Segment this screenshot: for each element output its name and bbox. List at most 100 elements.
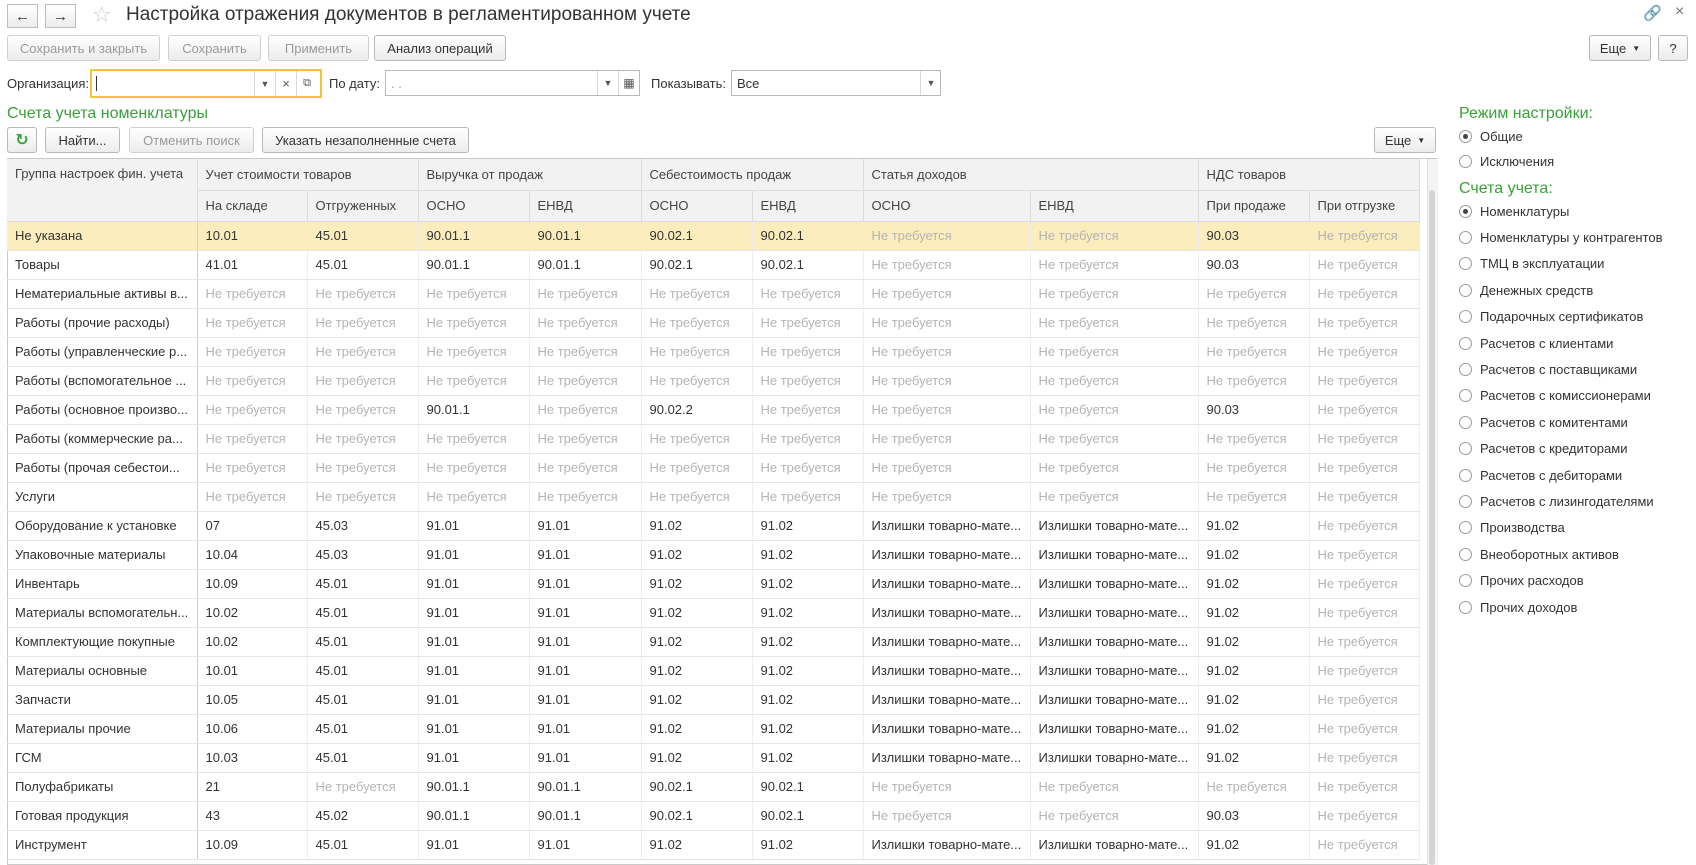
table-cell[interactable]: 91.01 [418,511,530,541]
table-cell[interactable]: Не требуется [197,337,308,367]
table-cell[interactable]: Излишки товарно-мате... [863,540,1031,570]
table-cell[interactable]: 91.01 [529,627,642,657]
table-cell[interactable]: Не требуется [1198,279,1310,309]
table-cell[interactable]: Не требуется [752,482,864,512]
forward-button[interactable]: → [45,4,76,28]
table-cell[interactable]: Не требуется [1309,540,1420,570]
table-cell[interactable]: Не требуется [418,366,530,396]
table-cell[interactable]: 91.01 [529,511,642,541]
table-cell[interactable]: 91.02 [752,830,864,860]
row-group-name[interactable]: Не указана [7,221,198,251]
table-cell[interactable]: Не требуется [752,453,864,483]
table-cell[interactable]: Излишки товарно-мате... [1030,627,1199,657]
table-row[interactable]: Оборудование к установке 07 45.03 91.01 91.0… [7,511,1420,541]
table-cell[interactable]: 90.03 [1198,395,1310,425]
subheader-cogs-osno[interactable]: ОСНО [641,190,753,222]
table-cell[interactable]: Не требуется [1198,453,1310,483]
table-cell[interactable]: 90.01.1 [418,221,530,251]
table-cell[interactable]: Не требуется [307,395,419,425]
account-option[interactable]: Расчетов с клиентами [1459,333,1613,353]
table-cell[interactable]: 45.01 [307,569,419,599]
radio-button-icon[interactable] [1459,389,1472,403]
account-option[interactable]: Расчетов с комитентами [1459,412,1628,432]
table-cell[interactable]: Излишки товарно-мате... [1030,743,1199,773]
table-cell[interactable]: 91.01 [418,569,530,599]
table-cell[interactable]: 91.02 [752,714,864,744]
clear-icon[interactable]: × [275,71,296,96]
table-cell[interactable]: 91.02 [1198,627,1310,657]
table-cell[interactable]: 91.01 [529,830,642,860]
table-cell[interactable]: 90.01.1 [418,250,530,280]
table-row[interactable]: ГСМ 10.03 45.01 91.01 91.01 91.02 91.02 Излишки… [7,743,1420,773]
subheader-revenue-envd[interactable]: ЕНВД [529,190,642,222]
table-cell[interactable]: Не требуется [863,395,1031,425]
table-cell[interactable]: 45.03 [307,540,419,570]
table-cell[interactable]: 91.02 [641,511,753,541]
table-cell[interactable]: Излишки товарно-мате... [863,511,1031,541]
table-cell[interactable]: 91.02 [641,627,753,657]
table-cell[interactable]: Не требуется [1030,424,1199,454]
table-cell[interactable]: Не требуется [641,337,753,367]
more-button[interactable]: Еще ▼ [1589,35,1651,61]
table-cell[interactable]: 90.01.1 [529,772,642,802]
table-row[interactable]: Работы (прочая себестои... Не требуется Не… [7,453,1420,483]
table-cell[interactable]: Не требуется [197,453,308,483]
table-cell[interactable]: Излишки товарно-мате... [863,656,1031,686]
table-cell[interactable]: 90.02.1 [641,801,753,831]
account-option[interactable]: Расчетов с лизингодателями [1459,491,1654,511]
table-cell[interactable]: Не требуется [863,366,1031,396]
help-button[interactable]: ? [1658,35,1688,61]
table-cell[interactable]: Не требуется [418,308,530,338]
row-group-name[interactable]: Материалы вспомогательн... [7,598,198,628]
table-cell[interactable]: 91.02 [641,685,753,715]
account-option[interactable]: Прочих расходов [1459,571,1584,591]
table-cell[interactable]: 90.02.1 [752,772,864,802]
subheader-income-osno[interactable]: ОСНО [863,190,1031,222]
account-option[interactable]: Подарочных сертификатов [1459,307,1643,327]
table-cell[interactable]: Не требуется [529,279,642,309]
table-row[interactable]: Готовая продукция 43 45.02 90.01.1 90.01.1 90… [7,801,1420,831]
row-group-name[interactable]: ГСМ [7,743,198,773]
row-group-name[interactable]: Услуги [7,482,198,512]
subheader-revenue-osno[interactable]: ОСНО [418,190,530,222]
table-cell[interactable]: Не требуется [863,279,1031,309]
account-option[interactable]: Расчетов с дебиторами [1459,465,1622,485]
find-button[interactable]: Найти... [45,127,120,153]
table-cell[interactable]: Не требуется [752,308,864,338]
table-cell[interactable]: 90.01.1 [418,395,530,425]
table-cell[interactable]: Не требуется [307,279,419,309]
row-group-name[interactable]: Работы (основное произво... [7,395,198,425]
table-cell[interactable]: 45.03 [307,511,419,541]
table-cell[interactable]: Не требуется [418,279,530,309]
calendar-icon[interactable]: ▦ [618,71,639,95]
subheader-vat-sale[interactable]: При продаже [1198,190,1310,222]
table-cell[interactable]: 91.01 [529,656,642,686]
table-cell[interactable]: Не требуется [1198,366,1310,396]
table-cell[interactable]: Излишки товарно-мате... [863,598,1031,628]
table-cell[interactable]: Не требуется [863,221,1031,251]
table-cell[interactable]: Не требуется [1309,598,1420,628]
radio-button-icon[interactable] [1459,204,1472,218]
table-cell[interactable]: 10.01 [197,221,308,251]
row-group-name[interactable]: Работы (управленческие р... [7,337,198,367]
table-cell[interactable]: Не требуется [641,366,753,396]
table-cell[interactable]: 10.01 [197,656,308,686]
row-group-name[interactable]: Работы (вспомогательное ... [7,366,198,396]
table-cell[interactable]: 91.01 [529,685,642,715]
table-cell[interactable]: Не требуется [418,453,530,483]
table-cell[interactable]: Не требуется [1309,714,1420,744]
table-cell[interactable]: Не требуется [529,482,642,512]
table-cell[interactable]: Не требуется [1030,453,1199,483]
table-row[interactable]: Материалы вспомогательн... 10.02 45.01 91.0… [7,598,1420,628]
radio-button-icon[interactable] [1459,442,1472,456]
table-cell[interactable]: 91.02 [1198,743,1310,773]
col-header-revenue[interactable]: Выручка от продаж [418,159,642,191]
table-cell[interactable]: Не требуется [1309,482,1420,512]
table-cell[interactable]: 90.03 [1198,250,1310,280]
table-cell[interactable]: Не требуется [1309,308,1420,338]
radio-button-icon[interactable] [1459,283,1472,297]
cancel-search-button[interactable]: Отменить поиск [129,127,254,153]
table-cell[interactable]: Не требуется [1030,337,1199,367]
table-cell[interactable]: 21 [197,772,308,802]
table-cell[interactable]: Не требуется [1030,801,1199,831]
